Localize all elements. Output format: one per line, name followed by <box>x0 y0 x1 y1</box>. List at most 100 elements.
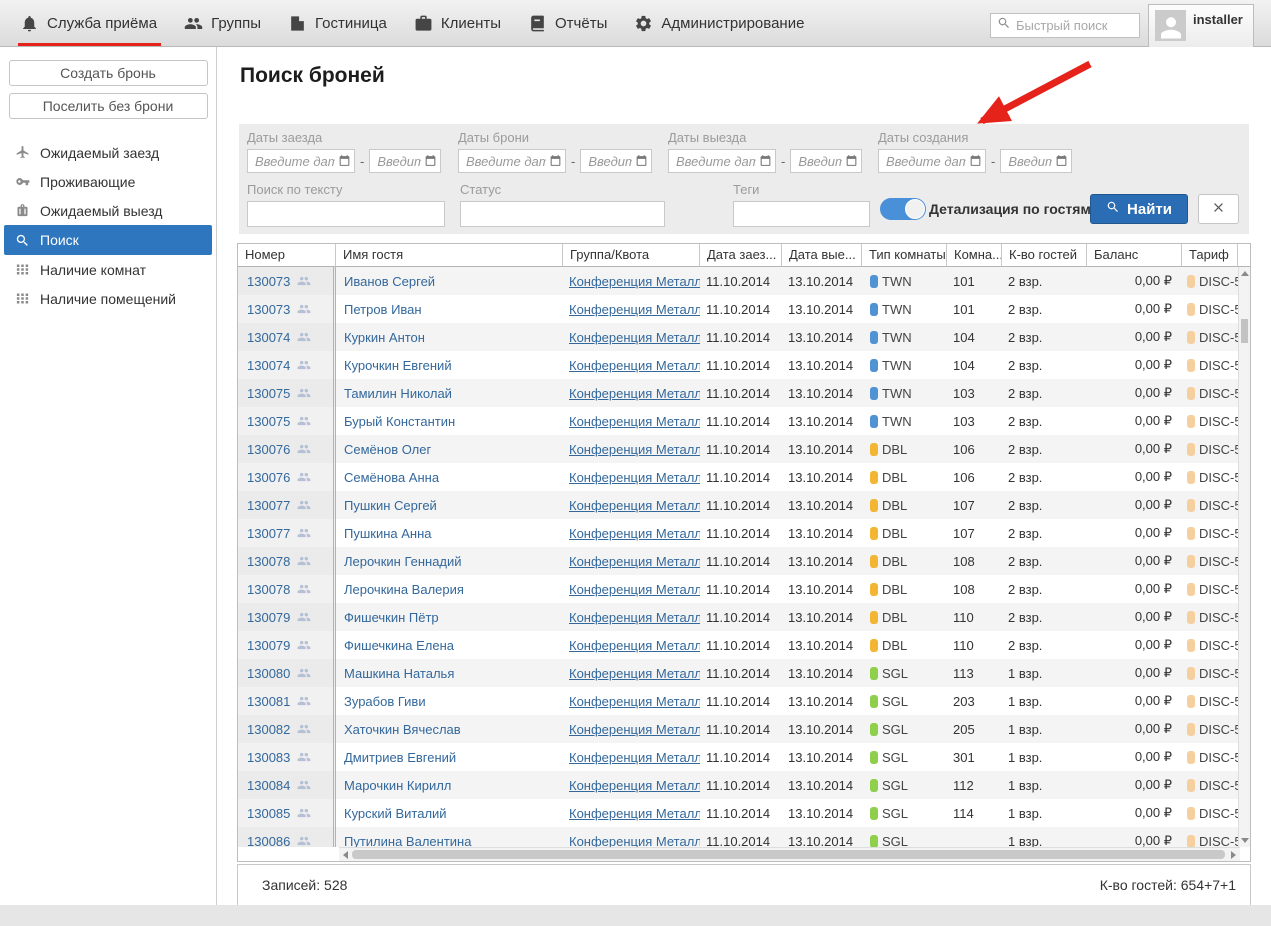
column-header-Тариф[interactable]: Тариф <box>1182 244 1238 267</box>
guest-name-cell[interactable]: Пушкина Анна <box>336 526 563 541</box>
clear-filters-button[interactable] <box>1198 194 1239 224</box>
guest-name-cell[interactable]: Лерочкин Геннадий <box>336 554 563 569</box>
group-link[interactable]: Конференция Металлу <box>569 778 700 793</box>
booking-number-cell[interactable]: 130074 <box>238 323 336 351</box>
table-row[interactable]: 130075 Бурый Константин Конференция Металл… <box>238 407 1238 435</box>
table-row[interactable]: 130076 Семёнова Анна Конференция Металлу 11… <box>238 463 1238 491</box>
booking-number-cell[interactable]: 130075 <box>238 407 336 435</box>
table-row[interactable]: 130073 Петров Иван Конференция Металлу 11.1… <box>238 295 1238 323</box>
scroll-down-arrow[interactable] <box>1241 838 1249 843</box>
group-link[interactable]: Конференция Металлу <box>569 638 700 653</box>
table-row[interactable]: 130083 Дмитриев Евгений Конференция Металл… <box>238 743 1238 771</box>
booking-number-cell[interactable]: 130085 <box>238 799 336 827</box>
table-row[interactable]: 130074 Курочкин Евгений Конференция Металл… <box>238 351 1238 379</box>
tab-Служба приёма[interactable]: Служба приёма <box>14 0 178 46</box>
sidebar-button-2[interactable]: Поселить без брони <box>8 93 208 119</box>
guest-name-cell[interactable]: Бурый Константин <box>336 414 563 429</box>
table-row[interactable]: 130086 Путилина Валентина Конференция Мета… <box>238 827 1238 847</box>
column-header-Баланс[interactable]: Баланс <box>1087 244 1182 267</box>
table-row[interactable]: 130082 Хаточкин Вячеслав Конференция Метал… <box>238 715 1238 743</box>
tab-Клиенты[interactable]: Клиенты <box>408 0 522 46</box>
guest-name-cell[interactable]: Фишечкина Елена <box>336 638 563 653</box>
group-link[interactable]: Конференция Металлу <box>569 834 700 848</box>
scroll-right-arrow[interactable] <box>1231 851 1236 859</box>
guest-name-cell[interactable]: Путилина Валентина <box>336 834 563 848</box>
sidebar-item-Ожидаемый выезд[interactable]: Ожидаемый выезд <box>0 196 216 225</box>
quick-search-input[interactable] <box>1016 18 1133 33</box>
column-header-Комна...[interactable]: Комна... <box>947 244 1002 267</box>
booking-number-cell[interactable]: 130078 <box>238 547 336 575</box>
table-row[interactable]: 130078 Лерочкин Геннадий Конференция Метал… <box>238 547 1238 575</box>
table-row[interactable]: 130079 Фишечкин Пётр Конференция Металлу 11… <box>238 603 1238 631</box>
group-link[interactable]: Конференция Металлу <box>569 414 700 429</box>
table-row[interactable]: 130084 Марочкин Кирилл Конференция Металлу… <box>238 771 1238 799</box>
group-link[interactable]: Конференция Металлу <box>569 582 700 597</box>
group-link[interactable]: Конференция Металлу <box>569 610 700 625</box>
table-row[interactable]: 130077 Пушкина Анна Конференция Металлу 11.… <box>238 519 1238 547</box>
scroll-left-arrow[interactable] <box>343 851 348 859</box>
column-header-Имя гостя[interactable]: Имя гостя <box>336 244 563 267</box>
tab-Гостиница[interactable]: Гостиница <box>282 0 408 46</box>
guest-name-cell[interactable]: Лерочкина Валерия <box>336 582 563 597</box>
group-link[interactable]: Конференция Металлу <box>569 442 700 457</box>
guest-name-cell[interactable]: Дмитриев Евгений <box>336 750 563 765</box>
horizontal-scrollbar[interactable] <box>339 847 1240 861</box>
filter-input-Поиск по тексту[interactable] <box>247 201 445 227</box>
group-link[interactable]: Конференция Металлу <box>569 750 700 765</box>
vertical-scroll-thumb[interactable] <box>1241 319 1248 343</box>
horizontal-scroll-thumb[interactable] <box>352 850 1225 859</box>
scroll-up-arrow[interactable] <box>1241 271 1249 276</box>
booking-number-cell[interactable]: 130073 <box>238 295 336 323</box>
booking-number-cell[interactable]: 130079 <box>238 631 336 659</box>
group-link[interactable]: Конференция Металлу <box>569 274 700 289</box>
group-link[interactable]: Конференция Металлу <box>569 498 700 513</box>
tab-Группы[interactable]: Группы <box>178 0 282 46</box>
tab-Администрирование[interactable]: Администрирование <box>628 0 825 46</box>
guest-name-cell[interactable]: Хаточкин Вячеслав <box>336 722 563 737</box>
booking-number-cell[interactable]: 130080 <box>238 659 336 687</box>
tab-Отчёты[interactable]: Отчёты <box>522 0 628 46</box>
guest-name-cell[interactable]: Тамилин Николай <box>336 386 563 401</box>
group-link[interactable]: Конференция Металлу <box>569 358 700 373</box>
column-header-Дата вые...[interactable]: Дата вые... <box>782 244 862 267</box>
table-row[interactable]: 130073 Иванов Сергей Конференция Металлу 11… <box>238 267 1238 295</box>
group-link[interactable]: Конференция Металлу <box>569 694 700 709</box>
sidebar-item-Ожидаемый заезд[interactable]: Ожидаемый заезд <box>0 138 216 167</box>
group-link[interactable]: Конференция Металлу <box>569 302 700 317</box>
booking-number-cell[interactable]: 130081 <box>238 687 336 715</box>
table-row[interactable]: 130077 Пушкин Сергей Конференция Металлу 11… <box>238 491 1238 519</box>
booking-number-cell[interactable]: 130077 <box>238 491 336 519</box>
group-link[interactable]: Конференция Металлу <box>569 386 700 401</box>
booking-number-cell[interactable]: 130078 <box>238 575 336 603</box>
booking-number-cell[interactable]: 130084 <box>238 771 336 799</box>
column-header-Тип комнаты[interactable]: Тип комнаты <box>862 244 947 267</box>
guest-detail-toggle[interactable] <box>880 198 926 220</box>
guest-name-cell[interactable]: Курский Виталий <box>336 806 563 821</box>
booking-number-cell[interactable]: 130076 <box>238 435 336 463</box>
guest-name-cell[interactable]: Машкина Наталья <box>336 666 563 681</box>
group-link[interactable]: Конференция Металлу <box>569 554 700 569</box>
booking-number-cell[interactable]: 130076 <box>238 463 336 491</box>
table-row[interactable]: 130074 Куркин Антон Конференция Металлу 11.… <box>238 323 1238 351</box>
sidebar-item-Наличие комнат[interactable]: Наличие комнат <box>0 255 216 284</box>
group-link[interactable]: Конференция Металлу <box>569 806 700 821</box>
booking-number-cell[interactable]: 130077 <box>238 519 336 547</box>
group-link[interactable]: Конференция Металлу <box>569 470 700 485</box>
filter-input-Статус[interactable] <box>460 201 665 227</box>
booking-number-cell[interactable]: 130083 <box>238 743 336 771</box>
group-link[interactable]: Конференция Металлу <box>569 666 700 681</box>
guest-name-cell[interactable]: Иванов Сергей <box>336 274 563 289</box>
booking-number-cell[interactable]: 130075 <box>238 379 336 407</box>
table-row[interactable]: 130076 Семёнов Олег Конференция Металлу 11.… <box>238 435 1238 463</box>
sidebar-item-Наличие помещений[interactable]: Наличие помещений <box>0 284 216 313</box>
guest-name-cell[interactable]: Зурабов Гиви <box>336 694 563 709</box>
table-row[interactable]: 130078 Лерочкина Валерия Конференция Метал… <box>238 575 1238 603</box>
column-header-К-во гостей[interactable]: К-во гостей <box>1002 244 1087 267</box>
table-row[interactable]: 130085 Курский Виталий Конференция Металлу… <box>238 799 1238 827</box>
group-link[interactable]: Конференция Металлу <box>569 330 700 345</box>
table-row[interactable]: 130081 Зурабов Гиви Конференция Металлу 11.… <box>238 687 1238 715</box>
guest-name-cell[interactable]: Марочкин Кирилл <box>336 778 563 793</box>
table-row[interactable]: 130079 Фишечкина Елена Конференция Металлу… <box>238 631 1238 659</box>
guest-name-cell[interactable]: Петров Иван <box>336 302 563 317</box>
booking-number-cell[interactable]: 130086 <box>238 827 336 847</box>
